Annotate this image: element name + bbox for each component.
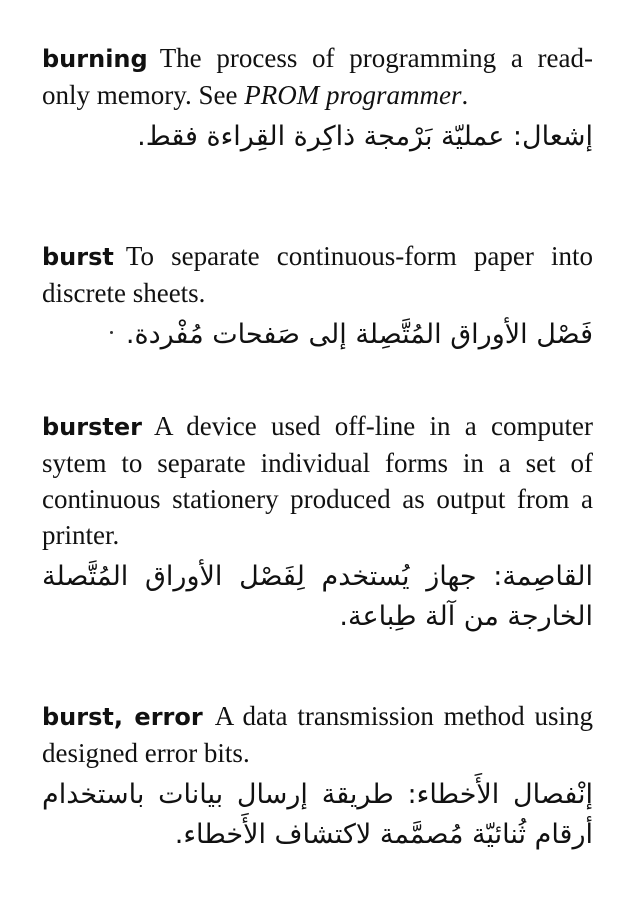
entry-burster: burster A device used off-line in a compu…	[42, 408, 593, 637]
definition-period: .	[461, 80, 469, 110]
entry-burning: burning The process of programming a read…	[42, 40, 593, 157]
term-heading: burster	[42, 413, 142, 441]
term-heading: burning	[42, 45, 148, 73]
definition-en: burst, error A data transmission method u…	[42, 698, 593, 771]
cross-reference: PROM programmer	[244, 80, 462, 110]
definition-ar: إشعال: عمليّة بَرْمجة ذاكِرة القِراءة فق…	[137, 121, 593, 152]
definition-en: burst To separate continuous-form paper i…	[42, 238, 593, 311]
definition-ar: القاصِمة: جهاز يُستخدم لِفَصْل الأوراق ا…	[42, 561, 593, 632]
term-heading: burst, error	[42, 703, 203, 731]
definition-en: burster A device used off-line in a compu…	[42, 408, 593, 553]
definition-text: To separate continuous-form paper into d…	[42, 241, 593, 308]
definition-ar: فَصْل الأوراق المُتَّصِلة إلى صَفحات مُف…	[125, 319, 593, 350]
definition-ar: إنْفصال الأَخطاء: طريقة إرسال بيانات باس…	[42, 779, 593, 850]
entry-burst-error: burst, error A data transmission method u…	[42, 698, 593, 855]
entry-burst: burst To separate continuous-form paper i…	[42, 238, 593, 355]
speck-mark	[110, 331, 113, 334]
term-heading: burst	[42, 243, 114, 271]
definition-en: burning The process of programming a read…	[42, 40, 593, 113]
